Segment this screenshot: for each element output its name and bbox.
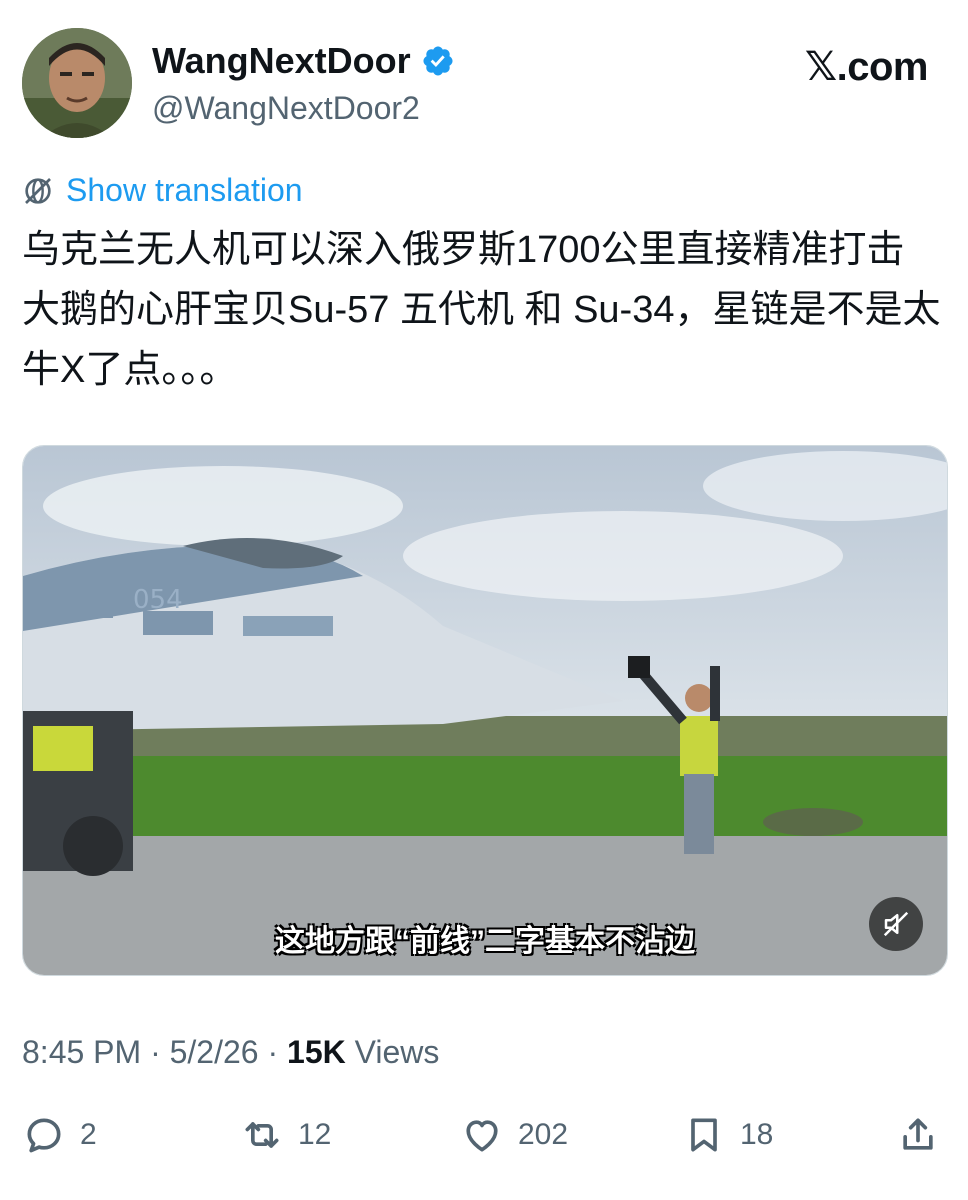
video-frame: 054 xyxy=(23,446,947,975)
show-translation-label[interactable]: Show translation xyxy=(66,172,303,209)
bookmark-icon xyxy=(691,1118,717,1152)
bookmark-count: 18 xyxy=(740,1118,774,1151)
bookmark-button[interactable]: 18 xyxy=(682,1110,773,1160)
share-button[interactable] xyxy=(896,1110,940,1160)
like-button[interactable]: 202 xyxy=(460,1110,568,1160)
show-translation-link[interactable]: Show translation xyxy=(22,172,303,209)
heart-icon xyxy=(466,1120,498,1152)
views-label: Views xyxy=(354,1034,440,1070)
display-name-row[interactable]: WangNextDoor xyxy=(152,40,455,82)
reply-count: 2 xyxy=(80,1118,97,1151)
avatar-image xyxy=(22,28,132,138)
action-bar: 2 12 202 18 xyxy=(22,1110,946,1160)
avatar[interactable] xyxy=(22,28,132,138)
handle[interactable]: @WangNextDoor2 xyxy=(152,90,420,127)
repost-count: 12 xyxy=(298,1118,332,1151)
aircraft-marking: 054 xyxy=(133,585,183,615)
meta-separator: · xyxy=(267,1034,288,1070)
share-icon xyxy=(903,1118,933,1150)
video-player[interactable]: 054 这地方跟“前线”二字基本不沾边 xyxy=(22,445,948,976)
tweet-time[interactable]: 8:45 PM xyxy=(22,1034,141,1070)
repost-button[interactable]: 12 xyxy=(240,1110,331,1160)
brand-logo: 𝕏.com xyxy=(804,45,929,89)
unmute-button[interactable] xyxy=(869,897,923,951)
speaker-muted-icon xyxy=(883,911,909,937)
views-count: 15K xyxy=(287,1034,346,1070)
tweet-text: 乌克兰无人机可以深入俄罗斯1700公里直接精准打击大鹅的心肝宝贝Su-57 五代… xyxy=(22,229,941,391)
reply-icon xyxy=(27,1118,61,1153)
like-count: 202 xyxy=(518,1118,569,1151)
tweet-date[interactable]: 5/2/26 xyxy=(170,1034,259,1070)
translate-icon xyxy=(25,177,51,204)
video-subtitle: 这地方跟“前线”二字基本不沾边 xyxy=(275,925,695,958)
reply-button[interactable]: 2 xyxy=(22,1110,97,1160)
tweet-meta: 8:45 PM · 5/2/26 · 15K Views xyxy=(22,1034,439,1071)
meta-separator: · xyxy=(150,1034,170,1070)
display-name[interactable]: WangNextDoor xyxy=(152,40,411,82)
repost-icon xyxy=(245,1122,279,1148)
verified-badge-icon xyxy=(423,46,453,76)
